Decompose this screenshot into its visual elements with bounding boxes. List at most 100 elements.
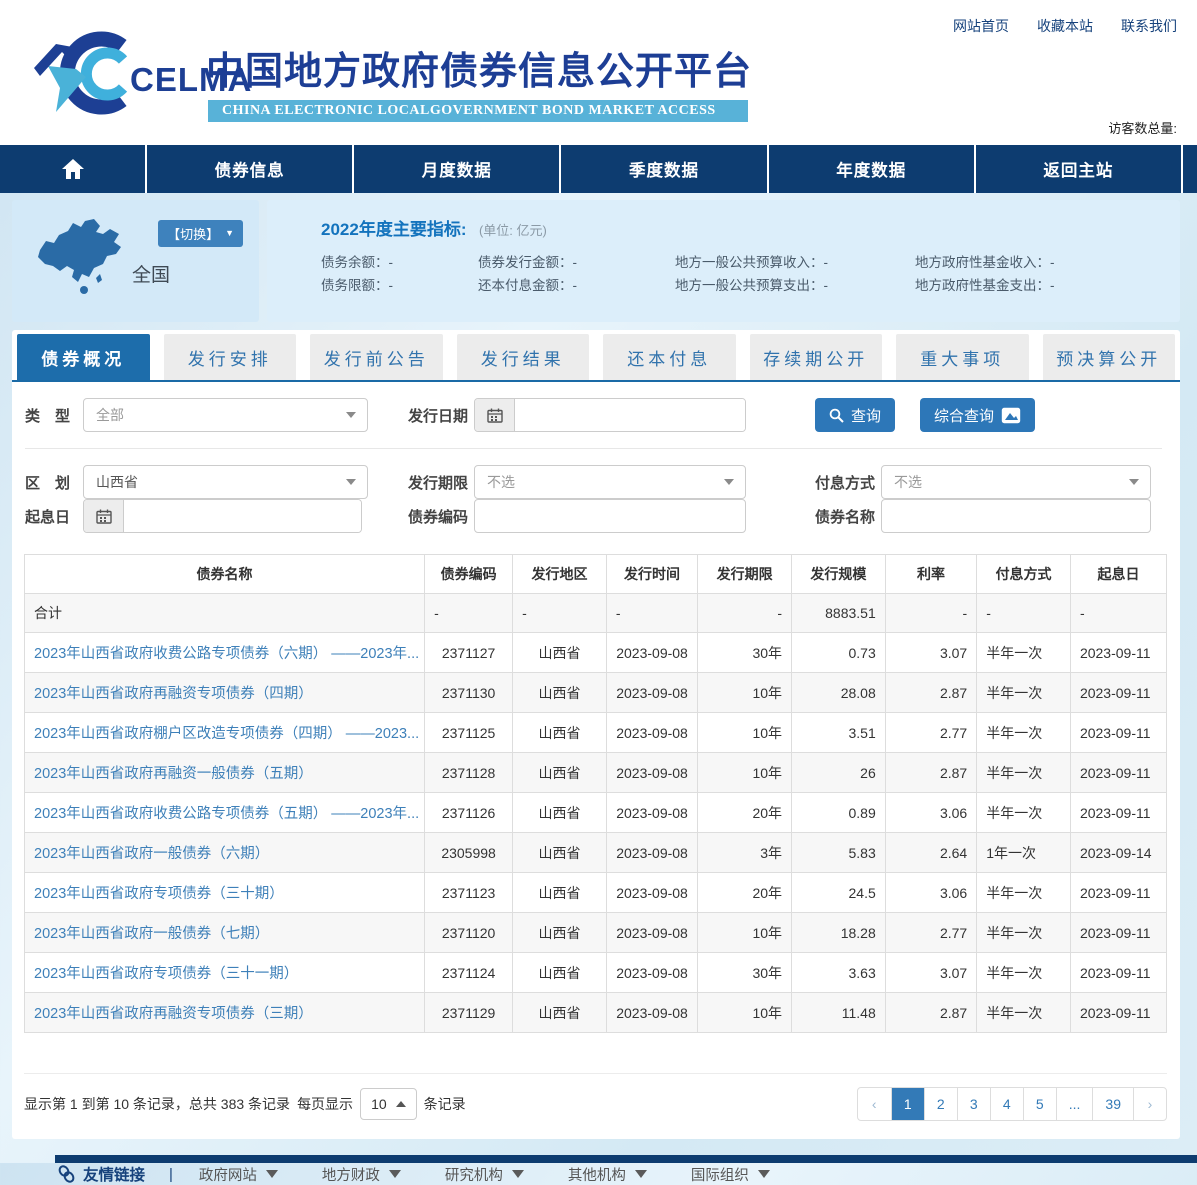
bond-name-link[interactable]: 2023年山西省政府专项债券（三十一期）	[34, 966, 298, 982]
link-chain-icon	[58, 1165, 75, 1183]
col-header-bond-name: 债券名称	[25, 555, 425, 594]
rate-cell: 3.06	[885, 793, 976, 833]
search-icon	[829, 408, 844, 423]
region-switch-button[interactable]: 【切换】 ▼	[158, 220, 243, 247]
freq-cell: 半年一次	[977, 873, 1071, 913]
bond-name-link[interactable]: 2023年山西省政府再融资专项债券（四期）	[34, 686, 313, 702]
total-scale: 8883.51	[792, 594, 886, 633]
issue-date-cell: 2023-09-08	[606, 673, 697, 713]
indicators-title: 2022年度主要指标:	[321, 220, 466, 239]
freq-cell: 半年一次	[977, 793, 1071, 833]
issue-date-input[interactable]	[515, 399, 745, 431]
value-date-cell: 2023-09-11	[1070, 993, 1166, 1033]
tab-issue-result[interactable]: 发行结果	[457, 334, 590, 380]
term-cell: 10年	[698, 713, 792, 753]
issue-date-cell: 2023-09-08	[606, 873, 697, 913]
calendar-icon[interactable]	[84, 500, 124, 532]
col-header-scale: 发行规模	[792, 555, 886, 594]
bond-name-link[interactable]: 2023年山西省政府一般债券（六期）	[34, 846, 269, 862]
footer-menu-research-orgs[interactable]: 研究机构	[445, 1164, 524, 1185]
issue-date-cell: 2023-09-08	[606, 833, 697, 873]
pagination-summary: 显示第 1 到第 10 条记录，总共 383 条记录 每页显示 10 条记录	[24, 1088, 466, 1120]
bond-name-link[interactable]: 2023年山西省政府一般债券（七期）	[34, 926, 269, 942]
issue-date-group	[474, 398, 746, 432]
pager-page-4[interactable]: 4	[990, 1088, 1023, 1120]
advanced-search-label: 综合查询	[934, 405, 994, 426]
bond-code-cell: 2371128	[425, 753, 513, 793]
tab-duration-disclosure[interactable]: 存续期公开	[750, 334, 883, 380]
footer-menu-other-orgs[interactable]: 其他机构	[568, 1164, 647, 1185]
issue-date-cell: 2023-09-08	[606, 953, 697, 993]
rate-cell: 3.07	[885, 953, 976, 993]
bond-code-cell: 2371126	[425, 793, 513, 833]
pay-freq-select[interactable]: 不选	[881, 465, 1151, 499]
home-page-link[interactable]: 网站首页	[953, 16, 1009, 36]
footer-menu-intl-orgs[interactable]: 国际组织	[691, 1164, 770, 1185]
visitor-count-label: 访客数总量:	[1108, 118, 1177, 137]
bond-name-link[interactable]: 2023年山西省政府收费公路专项债券（六期） ——2023年...	[34, 646, 419, 662]
freq-cell: 半年一次	[977, 993, 1071, 1033]
pager-page-2[interactable]: 2	[924, 1088, 957, 1120]
freq-cell: 半年一次	[977, 633, 1071, 673]
footer-menu-gov-sites[interactable]: 政府网站	[199, 1164, 278, 1185]
table-row: 2023年山西省政府一般债券（七期） 2371120 山西省 2023-09-0…	[25, 913, 1167, 953]
bond-name-link[interactable]: 2023年山西省政府棚户区改造专项债券（四期） ——2023...	[34, 726, 419, 742]
advanced-search-button[interactable]: 综合查询	[920, 398, 1035, 432]
bond-code-cell: 2371124	[425, 953, 513, 993]
footer-menu-local-finance[interactable]: 地方财政	[322, 1164, 401, 1185]
indicators-unit: (单位: 亿元)	[479, 223, 547, 238]
tab-pre-issue-notice[interactable]: 发行前公告	[310, 334, 443, 380]
scale-cell: 3.51	[792, 713, 886, 753]
pager-page-5[interactable]: 5	[1023, 1088, 1056, 1120]
nav-item-bond-info[interactable]: 债券信息	[145, 145, 352, 193]
term-filter-label: 发行期限	[408, 472, 474, 493]
page-size-select[interactable]: 10	[360, 1088, 417, 1120]
indicator-public-budget-income: 地方一般公共预算收入：-	[675, 251, 915, 274]
pager-page-39[interactable]: 39	[1092, 1088, 1133, 1120]
table-row: 2023年山西省政府再融资专项债券（三期） 2371129 山西省 2023-0…	[25, 993, 1167, 1033]
term-select[interactable]: 不选	[474, 465, 746, 499]
bond-name-link[interactable]: 2023年山西省政府专项债券（三十期）	[34, 886, 284, 902]
tab-issue-schedule[interactable]: 发行安排	[164, 334, 297, 380]
total-region: -	[513, 594, 607, 633]
chevron-down-icon	[724, 479, 734, 485]
rate-cell: 2.64	[885, 833, 976, 873]
nav-item-monthly-data[interactable]: 月度数据	[352, 145, 559, 193]
pager-ellipsis[interactable]: ...	[1056, 1088, 1093, 1120]
bond-code-input[interactable]	[474, 499, 746, 533]
contact-link[interactable]: 联系我们	[1121, 16, 1177, 36]
tab-budget-disclosure[interactable]: 预决算公开	[1043, 334, 1176, 380]
friendly-links-title: 友情链接	[58, 1163, 145, 1185]
issue-date-cell: 2023-09-08	[606, 793, 697, 833]
search-button[interactable]: 查询	[815, 398, 895, 432]
col-header-issue-date: 发行时间	[606, 555, 697, 594]
region-cell: 山西省	[513, 993, 607, 1033]
bond-name-link[interactable]: 2023年山西省政府再融资专项债券（三期）	[34, 1006, 313, 1022]
nav-home[interactable]	[0, 145, 145, 193]
pager-page-1[interactable]: 1	[891, 1088, 924, 1120]
type-select[interactable]: 全部	[83, 398, 368, 432]
nav-item-quarterly-data[interactable]: 季度数据	[559, 145, 766, 193]
bond-name-link[interactable]: 2023年山西省政府收费公路专项债券（五期） ——2023年...	[34, 806, 419, 822]
rate-cell: 2.87	[885, 753, 976, 793]
tab-bond-overview[interactable]: 债券概况	[17, 334, 150, 380]
bond-name-input[interactable]	[881, 499, 1151, 533]
nav-item-back-to-main[interactable]: 返回主站	[974, 145, 1181, 193]
calendar-icon[interactable]	[475, 399, 515, 431]
region-select[interactable]: 山西省	[83, 465, 368, 499]
term-cell: 10年	[698, 753, 792, 793]
nav-tail-segment	[1181, 145, 1197, 193]
bookmark-link[interactable]: 收藏本站	[1037, 16, 1093, 36]
site-subtitle: CHINA ELECTRONIC LOCALGOVERNMENT BOND MA…	[208, 100, 748, 122]
pager-prev[interactable]: ‹	[858, 1088, 891, 1120]
bond-table: 债券名称 债券编码 发行地区 发行时间 发行期限 发行规模 利率 付息方式 起息…	[24, 554, 1167, 1033]
col-header-region: 发行地区	[513, 555, 607, 594]
value-date-input[interactable]	[124, 500, 361, 532]
tab-debt-service[interactable]: 还本付息	[603, 334, 736, 380]
page-size-value: 10	[371, 1096, 387, 1112]
nav-item-annual-data[interactable]: 年度数据	[767, 145, 974, 193]
pager-next[interactable]: ›	[1133, 1088, 1166, 1120]
bond-name-link[interactable]: 2023年山西省政府再融资一般债券（五期）	[34, 766, 313, 782]
tab-major-events[interactable]: 重大事项	[896, 334, 1029, 380]
pager-page-3[interactable]: 3	[957, 1088, 990, 1120]
